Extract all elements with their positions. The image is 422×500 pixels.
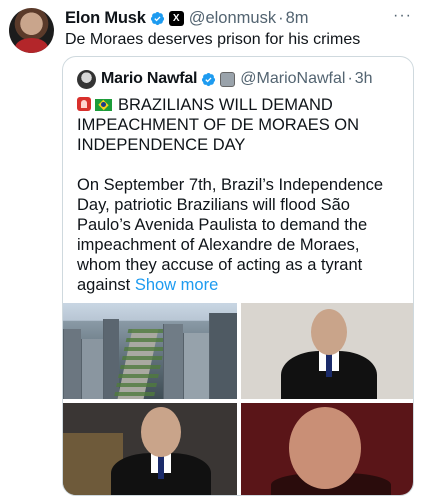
photo-avenida-paulista-aerial[interactable]: [63, 303, 237, 399]
quote-headline-paragraph: BRAZILIANS WILL DEMAND IMPEACHMENT OF DE…: [77, 95, 407, 155]
siren-emoji-icon: [77, 97, 91, 111]
author-name[interactable]: Elon Musk: [65, 9, 146, 28]
affiliate-badge-icon: [220, 71, 236, 87]
quote-body: On September 7th, Brazil’s Independence …: [77, 176, 384, 294]
show-more-link[interactable]: Show more: [135, 276, 218, 294]
author-avatar[interactable]: [9, 8, 54, 53]
tweet-text: De Moraes deserves prison for his crimes: [65, 31, 361, 48]
x-logo-badge-icon: X: [168, 10, 184, 26]
quoted-tweet[interactable]: Mario Nawfal @MarioNawfal · 3h BRAZILIAN…: [62, 56, 414, 496]
photo-judge-portrait-1[interactable]: [241, 303, 413, 399]
media-grid: [63, 303, 413, 495]
tweet-time[interactable]: 8m: [286, 9, 309, 28]
avatar-shirt: [15, 38, 48, 53]
author-handle[interactable]: @elonmusk: [189, 9, 276, 28]
photo-judge-portrait-2[interactable]: [63, 403, 237, 495]
brazil-flag-icon: [95, 99, 112, 111]
separator-dot: ·: [347, 70, 353, 87]
separator-dot: ·: [278, 8, 284, 27]
quote-text: BRAZILIANS WILL DEMAND IMPEACHMENT OF DE…: [77, 95, 407, 315]
quote-author-avatar[interactable]: [77, 69, 96, 89]
quote-headline: BRAZILIANS WILL DEMAND IMPEACHMENT OF DE…: [77, 96, 360, 154]
quote-body-paragraph: On September 7th, Brazil’s Independence …: [77, 175, 407, 295]
more-options-icon[interactable]: ···: [393, 7, 412, 25]
quote-time[interactable]: 3h: [355, 70, 373, 88]
verified-badge-icon: [202, 72, 216, 86]
quote-author-name[interactable]: Mario Nawfal: [101, 70, 197, 88]
quote-author-handle[interactable]: @MarioNawfal: [240, 70, 345, 88]
quote-header: Mario Nawfal @MarioNawfal · 3h: [77, 69, 405, 89]
tweet[interactable]: Elon Musk X @elonmusk · 8m ··· De Moraes…: [0, 0, 422, 500]
verified-badge-icon: [150, 11, 164, 25]
photo-judge-portrait-3[interactable]: [241, 403, 413, 495]
tweet-header: Elon Musk X @elonmusk · 8m ···: [65, 7, 412, 29]
